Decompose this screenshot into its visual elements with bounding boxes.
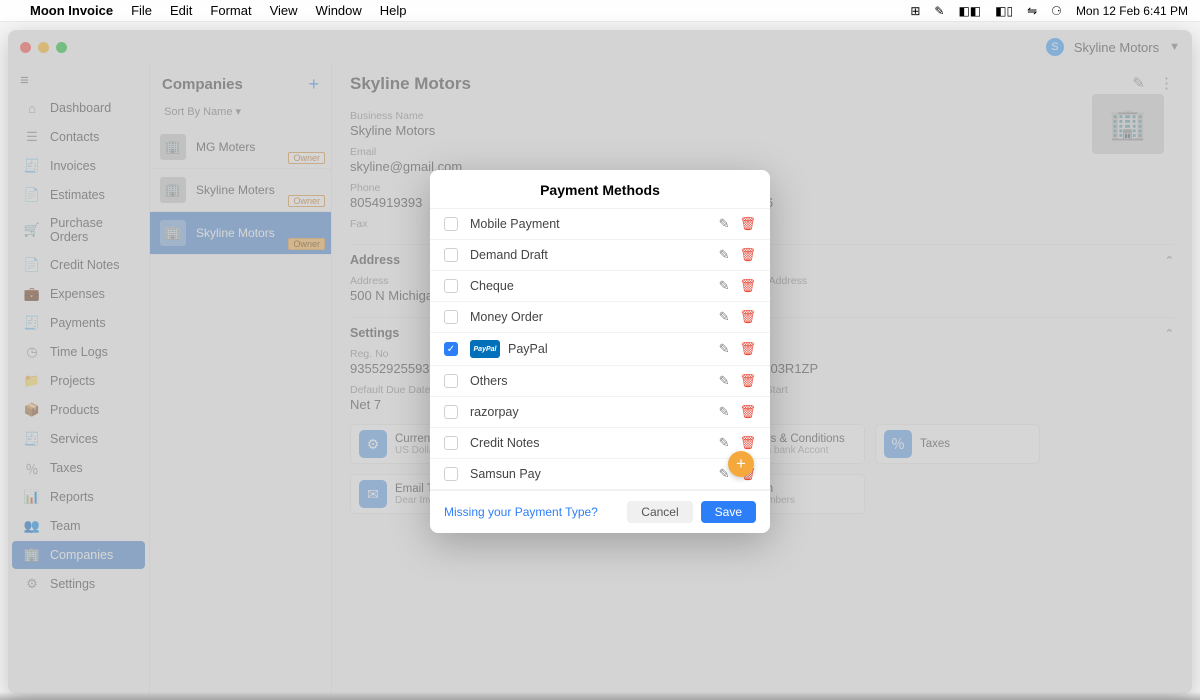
menubar-clock: Mon 12 Feb 6:41 PM [1076,4,1188,18]
edit-icon[interactable]: ✎ [719,341,730,357]
payment-method-checkbox[interactable] [444,436,458,450]
trash-icon[interactable]: 🗑 [739,216,756,232]
payment-method-checkbox[interactable] [444,279,458,293]
menu-format[interactable]: Format [210,3,251,18]
missing-payment-type-link[interactable]: Missing your Payment Type? [444,505,598,519]
add-payment-method-button[interactable]: + [728,451,754,477]
menu-file[interactable]: File [131,3,152,18]
menu-edit[interactable]: Edit [170,3,192,18]
payment-method-label: Others [470,374,508,388]
edit-icon[interactable]: ✎ [719,278,730,294]
edit-icon[interactable]: ✎ [719,373,730,389]
payment-method-checkbox[interactable]: ✓ [444,342,458,356]
payment-method-checkbox[interactable] [444,310,458,324]
payment-method-label: Money Order [470,310,543,324]
payment-method-checkbox[interactable] [444,467,458,481]
modal-title: Payment Methods [430,170,770,209]
payment-method-row: Others ✎ 🗑 [430,366,770,397]
payment-method-label: Credit Notes [470,436,539,450]
payment-method-row: Money Order ✎ 🗑 [430,302,770,333]
status-icon: ◧◧ [958,4,981,18]
wifi-icon: ⇋ [1027,4,1037,18]
trash-icon[interactable]: 🗑 [739,404,756,420]
menu-help[interactable]: Help [380,3,407,18]
payment-method-row: ✓ PayPal PayPal ✎ 🗑 [430,333,770,366]
status-icon: ⊞ [910,4,920,18]
menu-view[interactable]: View [270,3,298,18]
trash-icon[interactable]: 🗑 [739,341,756,357]
edit-icon[interactable]: ✎ [719,247,730,263]
edit-icon[interactable]: ✎ [719,404,730,420]
status-icon: ✎ [934,4,944,18]
menubar-app-name: Moon Invoice [30,3,113,18]
battery-icon: ◧▯ [995,4,1013,18]
payment-method-row: razorpay ✎ 🗑 [430,397,770,428]
payment-method-label: Cheque [470,279,514,293]
edit-icon[interactable]: ✎ [719,309,730,325]
payment-method-checkbox[interactable] [444,374,458,388]
control-center-icon: ⚆ [1051,4,1062,18]
payment-method-label: PayPal [508,342,548,356]
payment-method-row: Demand Draft ✎ 🗑 [430,240,770,271]
trash-icon[interactable]: 🗑 [739,309,756,325]
trash-icon[interactable]: 🗑 [739,247,756,263]
app-window: S Skyline Motors ▼ ≡ ⌂Dashboard☰Contacts… [8,30,1192,694]
payment-method-label: razorpay [470,405,519,419]
edit-icon[interactable]: ✎ [719,435,730,451]
modal-overlay[interactable]: Payment Methods Mobile Payment ✎ 🗑 Deman… [8,30,1192,694]
trash-icon[interactable]: 🗑 [739,278,756,294]
menu-window[interactable]: Window [316,3,362,18]
payment-method-checkbox[interactable] [444,405,458,419]
payment-method-label: Samsun Pay [470,467,541,481]
payment-method-checkbox[interactable] [444,217,458,231]
payment-method-row: Credit Notes ✎ 🗑 [430,428,770,459]
payment-methods-modal: Payment Methods Mobile Payment ✎ 🗑 Deman… [430,170,770,533]
payment-method-row: Mobile Payment ✎ 🗑 [430,209,770,240]
payment-method-row: Samsun Pay ✎ 🗑 [430,459,770,490]
edit-icon[interactable]: ✎ [719,216,730,232]
save-button[interactable]: Save [701,501,756,523]
payment-method-label: Demand Draft [470,248,548,262]
trash-icon[interactable]: 🗑 [739,373,756,389]
mac-menubar: Moon Invoice File Edit Format View Windo… [0,0,1200,22]
cancel-button[interactable]: Cancel [627,501,692,523]
paypal-logo-icon: PayPal [470,340,500,358]
payment-method-label: Mobile Payment [470,217,560,231]
trash-icon[interactable]: 🗑 [739,435,756,451]
payment-method-row: Cheque ✎ 🗑 [430,271,770,302]
payment-method-checkbox[interactable] [444,248,458,262]
